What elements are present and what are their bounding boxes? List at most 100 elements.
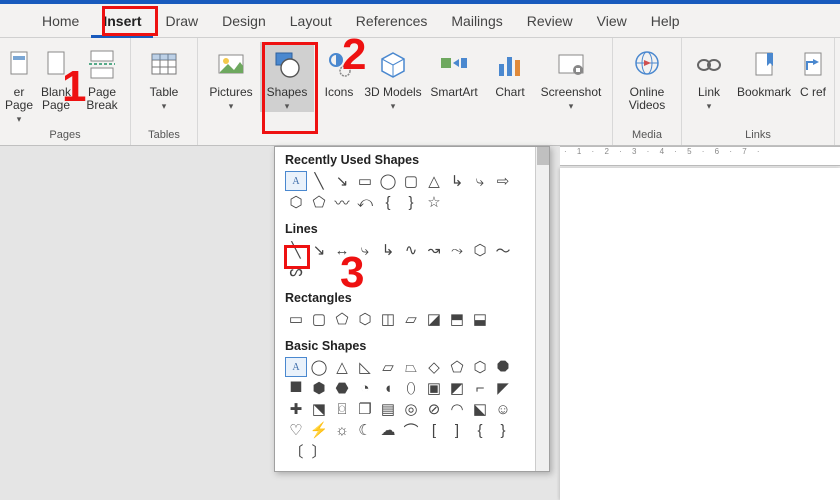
scribble2-shape[interactable]: ᔕ — [285, 261, 307, 281]
round1-rect-shape[interactable]: ◫ — [377, 309, 399, 329]
block-arc-shape[interactable]: ◠ — [446, 399, 468, 419]
cross-reference-button[interactable]: C ref — [798, 42, 828, 99]
rounded-rect-shape[interactable]: ▢ — [308, 309, 330, 329]
moon-shape[interactable]: ☾ — [354, 420, 376, 440]
frame-shape[interactable]: ▣ — [423, 378, 445, 398]
sun-shape[interactable]: ☼ — [331, 420, 353, 440]
right-triangle-shape[interactable]: ◺ — [354, 357, 376, 377]
table-button[interactable]: Table ▾ — [137, 42, 191, 112]
elbow-arrow-shape[interactable]: ⤷ — [469, 171, 491, 191]
round-diag-rect-shape[interactable]: ◪ — [423, 309, 445, 329]
arc-shape[interactable]: ⌒ — [400, 420, 422, 440]
block-arrow-shape[interactable]: ⇨ — [492, 171, 514, 191]
flowchart-shape[interactable]: ⬠ — [308, 192, 330, 212]
curved-shape[interactable]: ∿ — [400, 240, 422, 260]
triangle-shape[interactable]: △ — [331, 357, 353, 377]
link-button[interactable]: Link ▾ — [688, 42, 730, 112]
donut-shape[interactable]: ◎ — [400, 399, 422, 419]
elbow-connector-shape[interactable]: ↳ — [446, 171, 468, 191]
line-shape[interactable]: ╲ — [285, 240, 307, 260]
icons-button[interactable]: Icons — [316, 42, 362, 99]
tab-view[interactable]: View — [585, 4, 639, 38]
rounded-rect-shape[interactable]: ▢ — [400, 171, 422, 191]
line-double-arrow-shape[interactable]: ↔ — [331, 240, 353, 260]
lightning-shape[interactable]: ⚡ — [308, 420, 330, 440]
sniprnd-rect-shape[interactable]: ⬒ — [446, 309, 468, 329]
blank-page-button[interactable]: Blank Page — [34, 42, 78, 112]
brace-l-shape[interactable]: { — [469, 420, 491, 440]
snipround-rect-shape[interactable]: ⬓ — [469, 309, 491, 329]
curved-arrow-shape[interactable]: ↝ — [423, 240, 445, 260]
snip-rect-shape[interactable]: ⬠ — [331, 309, 353, 329]
oval-shape[interactable]: ◯ — [308, 357, 330, 377]
round2-rect-shape[interactable]: ▱ — [400, 309, 422, 329]
star-shape[interactable]: ☆ — [423, 192, 445, 212]
line-shape[interactable]: ╲ — [308, 171, 330, 191]
l-shape[interactable]: ⌐ — [469, 378, 491, 398]
brace-r-shape[interactable]: } — [492, 420, 514, 440]
cross-shape[interactable]: ✚ — [285, 399, 307, 419]
heptagon-shape[interactable]: ⯃ — [492, 357, 514, 377]
double-bracket-shape[interactable]: 〔 — [285, 441, 307, 461]
bracket-r-shape[interactable]: ] — [446, 420, 468, 440]
bookmark-button[interactable]: Bookmark — [732, 42, 796, 99]
cover-page-button[interactable]: er Page ▾ — [6, 42, 32, 125]
shapes-button[interactable]: Shapes ▾ — [260, 42, 314, 112]
heart-shape[interactable]: ♡ — [285, 420, 307, 440]
screenshot-button[interactable]: Screenshot ▾ — [536, 42, 606, 112]
hexagon-shape[interactable]: ⬡ — [285, 192, 307, 212]
smartart-button[interactable]: SmartArt — [424, 42, 484, 99]
cube-shape[interactable]: ❐ — [354, 399, 376, 419]
trapezoid-shape[interactable]: ⏢ — [400, 357, 422, 377]
horizontal-ruler[interactable]: · 1 · 2 · 3 · 4 · 5 · 6 · 7 · — [560, 146, 840, 166]
scribble-shape[interactable]: 〜 — [492, 240, 514, 260]
parallelogram-shape[interactable]: ▱ — [377, 357, 399, 377]
arrow-line-shape[interactable]: ↘ — [331, 171, 353, 191]
rectangle-shape[interactable]: ▭ — [354, 171, 376, 191]
freeform-shape[interactable]: ⬡ — [469, 240, 491, 260]
pictures-button[interactable]: Pictures ▾ — [204, 42, 258, 112]
double-brace-shape[interactable]: 〕 — [308, 441, 330, 461]
line-arrow-shape[interactable]: ↘ — [308, 240, 330, 260]
triangle-shape[interactable]: △ — [423, 171, 445, 191]
tab-insert[interactable]: Insert — [91, 4, 153, 38]
noentry-shape[interactable]: ⊘ — [423, 399, 445, 419]
tab-mailings[interactable]: Mailings — [439, 4, 514, 38]
bevel-shape[interactable]: ▤ — [377, 399, 399, 419]
elbow-arrow-shape[interactable]: ↳ — [377, 240, 399, 260]
chord-shape[interactable]: ◖ — [377, 378, 399, 398]
tab-help[interactable]: Help — [639, 4, 692, 38]
hexagon-shape[interactable]: ⬡ — [469, 357, 491, 377]
diagonal-stripe-shape[interactable]: ◤ — [492, 378, 514, 398]
textbox-shape[interactable]: A — [285, 357, 307, 377]
chart-button[interactable]: Chart — [486, 42, 534, 99]
brace-right-shape[interactable]: } — [400, 192, 422, 212]
elbow-shape[interactable]: ⤷ — [354, 240, 376, 260]
online-videos-button[interactable]: Online Videos — [619, 42, 675, 112]
plaque-shape[interactable]: ⬔ — [308, 399, 330, 419]
arc-shape[interactable]: ⤺ — [354, 192, 376, 212]
page-break-button[interactable]: Page Break — [80, 42, 124, 112]
tab-draw[interactable]: Draw — [153, 4, 210, 38]
dodecagon-shape[interactable]: ⬣ — [331, 378, 353, 398]
curve-connector-shape[interactable]: ⤳ — [446, 240, 468, 260]
snip2-rect-shape[interactable]: ⬡ — [354, 309, 376, 329]
tab-layout[interactable]: Layout — [278, 4, 344, 38]
tab-references[interactable]: References — [344, 4, 440, 38]
pentagon-shape[interactable]: ⬠ — [446, 357, 468, 377]
diamond-shape[interactable]: ◇ — [423, 357, 445, 377]
cloud-shape[interactable]: ☁ — [377, 420, 399, 440]
smiley-shape[interactable]: ☺ — [492, 399, 514, 419]
document-page[interactable] — [560, 168, 840, 500]
oval-shape[interactable]: ◯ — [377, 171, 399, 191]
dropdown-scrollbar[interactable] — [535, 147, 549, 471]
scroll-thumb[interactable] — [537, 147, 549, 165]
octagon-shape[interactable]: ⯀ — [285, 378, 307, 398]
tab-design[interactable]: Design — [210, 4, 278, 38]
brace-left-shape[interactable]: { — [377, 192, 399, 212]
folded-corner-shape[interactable]: ⬕ — [469, 399, 491, 419]
3d-models-button[interactable]: 3D Models ▾ — [364, 42, 422, 112]
teardrop-shape[interactable]: ⬯ — [400, 378, 422, 398]
can-shape[interactable]: ⌼ — [331, 399, 353, 419]
half-frame-shape[interactable]: ◩ — [446, 378, 468, 398]
